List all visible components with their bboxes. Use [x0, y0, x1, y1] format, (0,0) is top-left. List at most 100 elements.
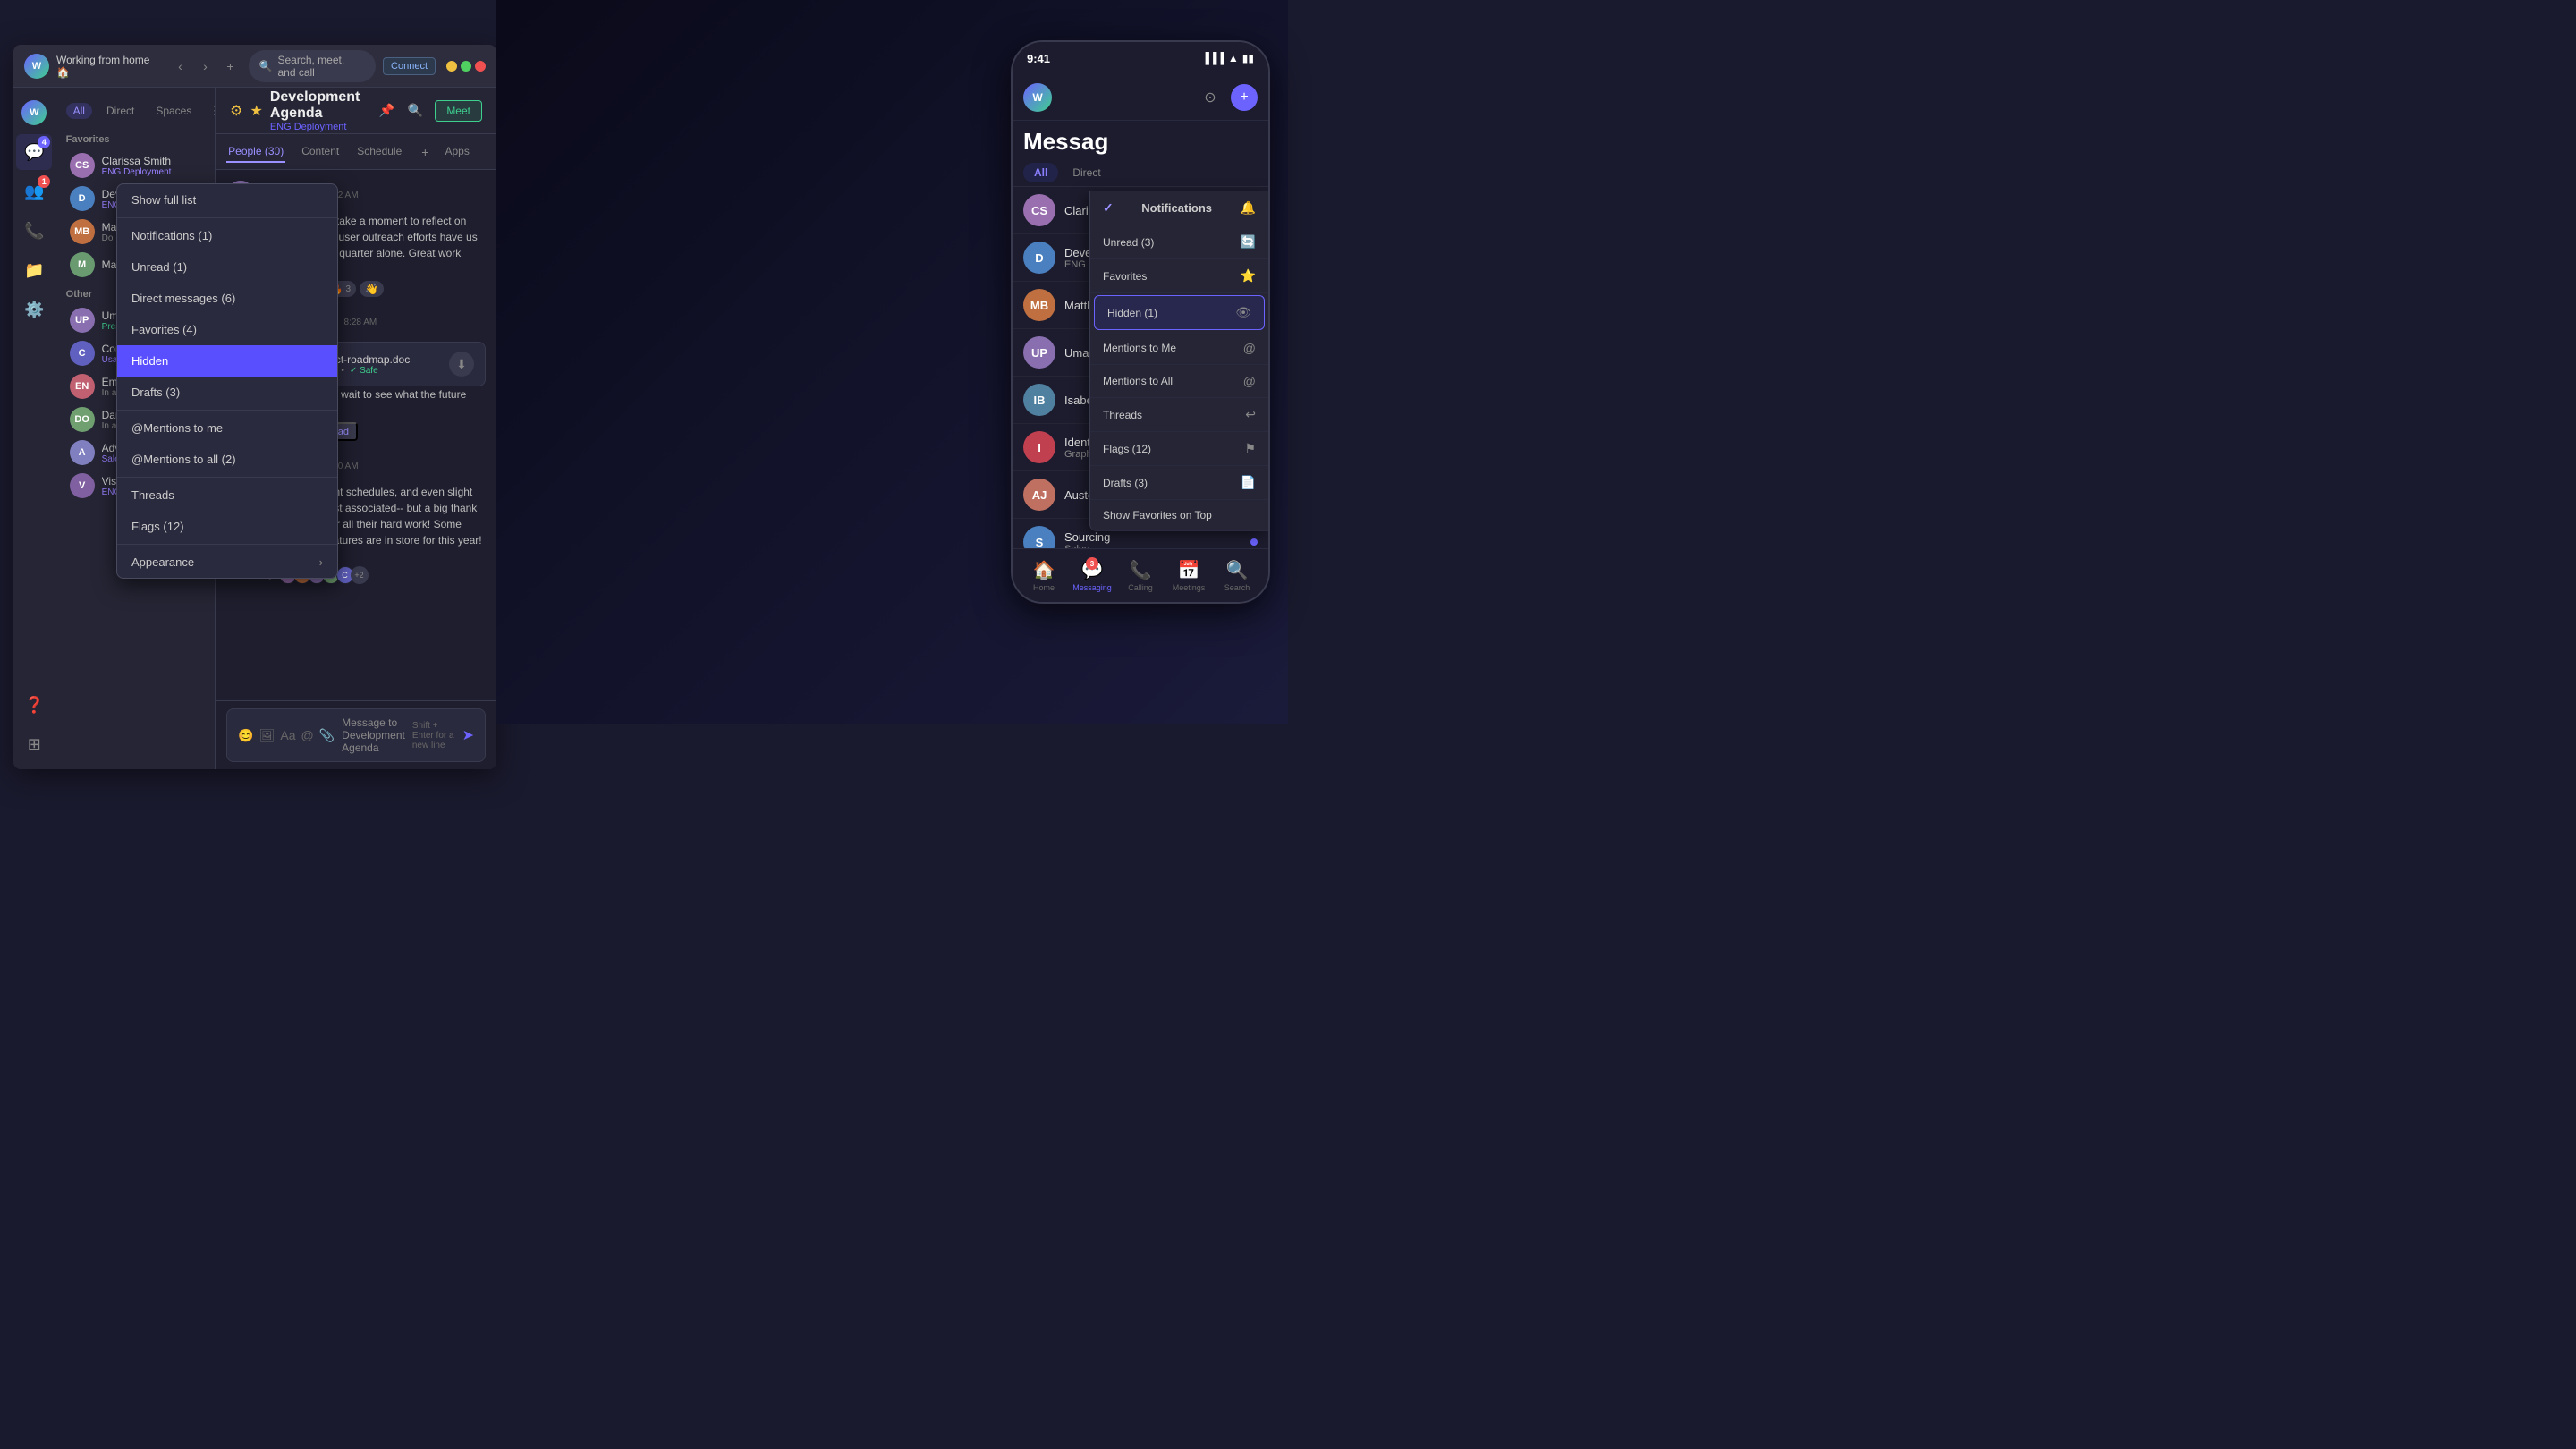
reaction-item[interactable]: 👋	[360, 281, 384, 297]
notif-item-label: Unread (3)	[1103, 236, 1154, 249]
avatar: MB	[70, 219, 95, 244]
notif-item-drafts[interactable]: Drafts (3) 📄	[1090, 466, 1268, 500]
notif-item-favorites[interactable]: Favorites ⭐	[1090, 259, 1268, 293]
mobile-avatar[interactable]: W	[1023, 83, 1052, 112]
sidebar-item-help[interactable]: ❓	[16, 687, 52, 723]
tab-people[interactable]: People (30)	[226, 141, 285, 163]
dropdown-item-label: Drafts (3)	[131, 386, 180, 399]
attach-button[interactable]: 📎	[319, 728, 335, 743]
mobile-add-button[interactable]: +	[1231, 84, 1258, 111]
avatar: D	[1023, 242, 1055, 274]
sidebar-item-calls[interactable]: 📞	[16, 213, 52, 249]
files-icon: 📁	[24, 261, 44, 280]
dropdown-item-threads[interactable]: Threads	[117, 479, 337, 511]
sidebar-avatar[interactable]: W	[16, 95, 52, 131]
search-button[interactable]: 🔍	[402, 98, 428, 123]
new-tab-button[interactable]: +	[220, 55, 242, 77]
dropdown-item-mentions-me[interactable]: @Mentions to me	[117, 412, 337, 444]
dropdown-item-notifications[interactable]: Notifications (1)	[117, 220, 337, 251]
tab-content[interactable]: Content	[300, 141, 341, 163]
list-item[interactable]: CS Clarissa Smith ENG Deployment	[59, 149, 212, 182]
input-actions: 😊 🖼 Aa @ 📎	[238, 728, 335, 743]
dropdown-item-drafts[interactable]: Drafts (3)	[117, 377, 337, 408]
mobile-body: All Direct CS Clarissa S... D Develop...…	[1013, 159, 1268, 548]
mobile-tab-direct[interactable]: Direct	[1062, 163, 1111, 182]
dropdown-item-unread[interactable]: Unread (1)	[117, 251, 337, 283]
minimize-button[interactable]	[446, 61, 457, 72]
notif-item-mentions-all[interactable]: Mentions to All @	[1090, 365, 1268, 398]
battery-icon: ▮▮	[1242, 52, 1254, 64]
meet-button[interactable]: Meet	[435, 100, 482, 122]
dropdown-item-label: Notifications (1)	[131, 229, 212, 242]
notif-item-unread[interactable]: Unread (3) 🔄	[1090, 225, 1268, 259]
dropdown-item-appearance[interactable]: Appearance ›	[117, 547, 337, 578]
tab-schedule[interactable]: Schedule	[355, 141, 403, 163]
tab-apps[interactable]: Apps	[443, 141, 470, 163]
dropdown-item-flags[interactable]: Flags (12)	[117, 511, 337, 542]
avatar: C	[70, 341, 95, 366]
send-button[interactable]: ➤	[462, 726, 474, 744]
mobile-video-button[interactable]: ⊙	[1197, 84, 1224, 111]
meetings-label: Meetings	[1173, 583, 1206, 592]
image-button[interactable]: 🖼	[259, 728, 275, 743]
desktop-app: W Working from home 🏠 ‹ › + 🔍 Search, me…	[13, 45, 496, 769]
mobile-nav-calling[interactable]: 📞 Calling	[1116, 559, 1165, 592]
mobile-nav-messaging[interactable]: 💬 Messaging 3	[1068, 559, 1116, 592]
dropdown-item-show-full-list[interactable]: Show full list	[117, 184, 337, 216]
bell-icon: 🔔	[1241, 200, 1256, 216]
search-bar[interactable]: 🔍 Search, meet, and call	[249, 50, 377, 82]
sidebar-item-teams[interactable]: 👥 1	[16, 174, 52, 209]
add-tab-button[interactable]: +	[421, 145, 428, 159]
mobile-tab-all[interactable]: All	[1023, 163, 1058, 182]
emoji-button[interactable]: 😊	[238, 728, 253, 743]
dropdown-item-mentions-all[interactable]: @Mentions to all (2)	[117, 444, 337, 475]
message-time: 8:28 AM	[344, 318, 377, 327]
mobile-bottom-nav: 🏠 Home 💬 Messaging 3 📞 Calling 📅 Meeting…	[1013, 548, 1268, 602]
back-button[interactable]: ‹	[170, 55, 191, 77]
message-input[interactable]: 😊 🖼 Aa @ 📎 Message to Development Agenda…	[226, 708, 486, 762]
notif-item-flags[interactable]: Flags (12) ⚑	[1090, 432, 1268, 466]
mobile-nav-search[interactable]: 🔍 Search	[1213, 559, 1261, 592]
avatar: UP	[1023, 336, 1055, 369]
mobile-nav-meetings[interactable]: 📅 Meetings	[1165, 559, 1213, 592]
pin-button[interactable]: 📌	[374, 98, 399, 123]
contact-sub: ENG Deployment	[102, 167, 201, 177]
mention-button[interactable]: @	[301, 728, 314, 743]
tab-all[interactable]: All	[66, 103, 92, 119]
refresh-icon: 🔄	[1241, 234, 1256, 250]
dropdown-item-favorites[interactable]: Favorites (4)	[117, 314, 337, 345]
app-avatar: W	[24, 54, 49, 79]
reply-icon: ↩	[1245, 407, 1256, 422]
close-button[interactable]	[475, 61, 486, 72]
avatar: A	[70, 440, 95, 465]
dropdown-item-direct-messages[interactable]: Direct messages (6)	[117, 283, 337, 314]
connect-button[interactable]: Connect	[383, 57, 436, 75]
notif-item-hidden[interactable]: Hidden (1) 👁	[1094, 295, 1265, 330]
calls-icon: 📞	[24, 222, 44, 241]
message-input-area: 😊 🖼 Aa @ 📎 Message to Development Agenda…	[216, 700, 496, 769]
sidebar-item-files[interactable]: 📁	[16, 252, 52, 288]
search-icon: 🔍	[259, 60, 273, 72]
sidebar-item-chat[interactable]: 💬 4	[16, 134, 52, 170]
forward-button[interactable]: ›	[195, 55, 216, 77]
download-button[interactable]: ⬇	[449, 352, 474, 377]
apps-icon: ⚙️	[24, 301, 44, 319]
mobile-header: W ⊙ +	[1013, 74, 1268, 121]
mobile-nav-home[interactable]: 🏠 Home	[1020, 559, 1068, 592]
format-button[interactable]: Aa	[280, 728, 295, 743]
tab-direct[interactable]: Direct	[99, 103, 141, 119]
notif-item-show-favorites[interactable]: Show Favorites on Top	[1090, 500, 1268, 531]
notif-item-label: Hidden (1)	[1107, 307, 1157, 319]
teams-badge: 1	[38, 175, 50, 188]
sidebar-item-grid[interactable]: ⊞	[16, 726, 52, 762]
notif-item-threads[interactable]: Threads ↩	[1090, 398, 1268, 432]
notif-item-mentions-me[interactable]: Mentions to Me @	[1090, 332, 1268, 365]
sidebar-item-apps[interactable]: ⚙️	[16, 292, 52, 327]
maximize-button[interactable]	[461, 61, 471, 72]
app-title: Working from home 🏠	[56, 54, 163, 79]
file-safe-badge: ✓ Safe	[350, 366, 378, 376]
tab-spaces[interactable]: Spaces	[148, 103, 199, 119]
dropdown-item-hidden[interactable]: Hidden	[117, 345, 337, 377]
chevron-right-icon: ›	[319, 555, 323, 569]
avatar: CS	[70, 153, 95, 178]
